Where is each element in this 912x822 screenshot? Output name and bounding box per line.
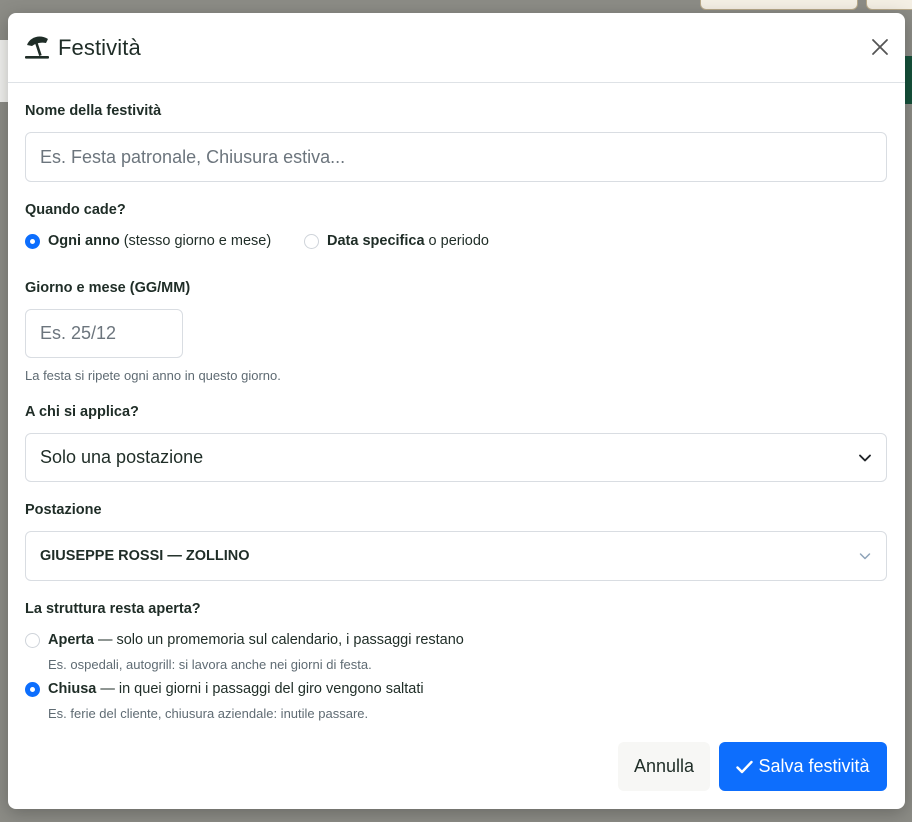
check-icon bbox=[736, 760, 754, 773]
applies-to-value: Solo una postazione bbox=[40, 447, 204, 467]
background-button bbox=[866, 0, 912, 10]
radio-closed-control[interactable] bbox=[25, 681, 40, 697]
holiday-name-input[interactable] bbox=[25, 132, 887, 182]
when-label: Quando cade? bbox=[25, 202, 126, 218]
holiday-dialog: Festività Nome della festività Quando ca… bbox=[8, 13, 905, 809]
radio-every-year[interactable]: Ogni anno (stesso giorno e mese) bbox=[25, 233, 271, 249]
close-icon bbox=[872, 39, 888, 55]
station-value: GIUSEPPE ROSSI — ZOLLINO bbox=[40, 548, 250, 564]
cancel-button[interactable]: Annulla bbox=[618, 742, 710, 791]
background-panel bbox=[904, 56, 912, 104]
applies-to-select[interactable]: Solo una postazione bbox=[25, 433, 887, 482]
radio-open[interactable]: Aperta — solo un promemoria sul calendar… bbox=[25, 632, 464, 648]
day-month-input[interactable] bbox=[25, 309, 183, 358]
umbrella-beach-icon bbox=[24, 34, 52, 60]
background-button bbox=[700, 0, 858, 10]
radio-specific-date-control[interactable] bbox=[304, 233, 319, 249]
applies-to-label: A chi si applica? bbox=[25, 404, 139, 420]
structure-label: La struttura resta aperta? bbox=[25, 601, 201, 617]
radio-open-help: Es. ospedali, autogrill: si lavora anche… bbox=[48, 657, 372, 672]
day-month-help: La festa si ripete ogni anno in questo g… bbox=[25, 368, 281, 383]
chevron-down-icon bbox=[859, 553, 871, 560]
radio-every-year-control[interactable] bbox=[25, 233, 40, 249]
chevron-down-icon bbox=[859, 454, 871, 461]
radio-closed[interactable]: Chiusa — in quei giorni i passaggi del g… bbox=[25, 681, 424, 697]
dialog-header: Festività bbox=[8, 13, 905, 83]
background-panel bbox=[0, 40, 8, 102]
radio-open-control[interactable] bbox=[25, 632, 40, 648]
save-holiday-button[interactable]: Salva festività bbox=[719, 742, 887, 791]
radio-specific-date[interactable]: Data specifica o periodo bbox=[304, 233, 489, 249]
close-button[interactable] bbox=[871, 38, 889, 56]
name-label: Nome della festività bbox=[25, 103, 162, 119]
station-select[interactable]: GIUSEPPE ROSSI — ZOLLINO bbox=[25, 531, 887, 581]
station-label: Postazione bbox=[25, 502, 102, 518]
dialog-title: Festività bbox=[58, 34, 141, 60]
save-button-label: Salva festività bbox=[758, 756, 870, 776]
dialog-footer: Annulla Salva festività bbox=[618, 742, 887, 791]
day-month-label: Giorno e mese (GG/MM) bbox=[25, 280, 191, 296]
radio-closed-help: Es. ferie del cliente, chiusura aziendal… bbox=[48, 706, 369, 721]
